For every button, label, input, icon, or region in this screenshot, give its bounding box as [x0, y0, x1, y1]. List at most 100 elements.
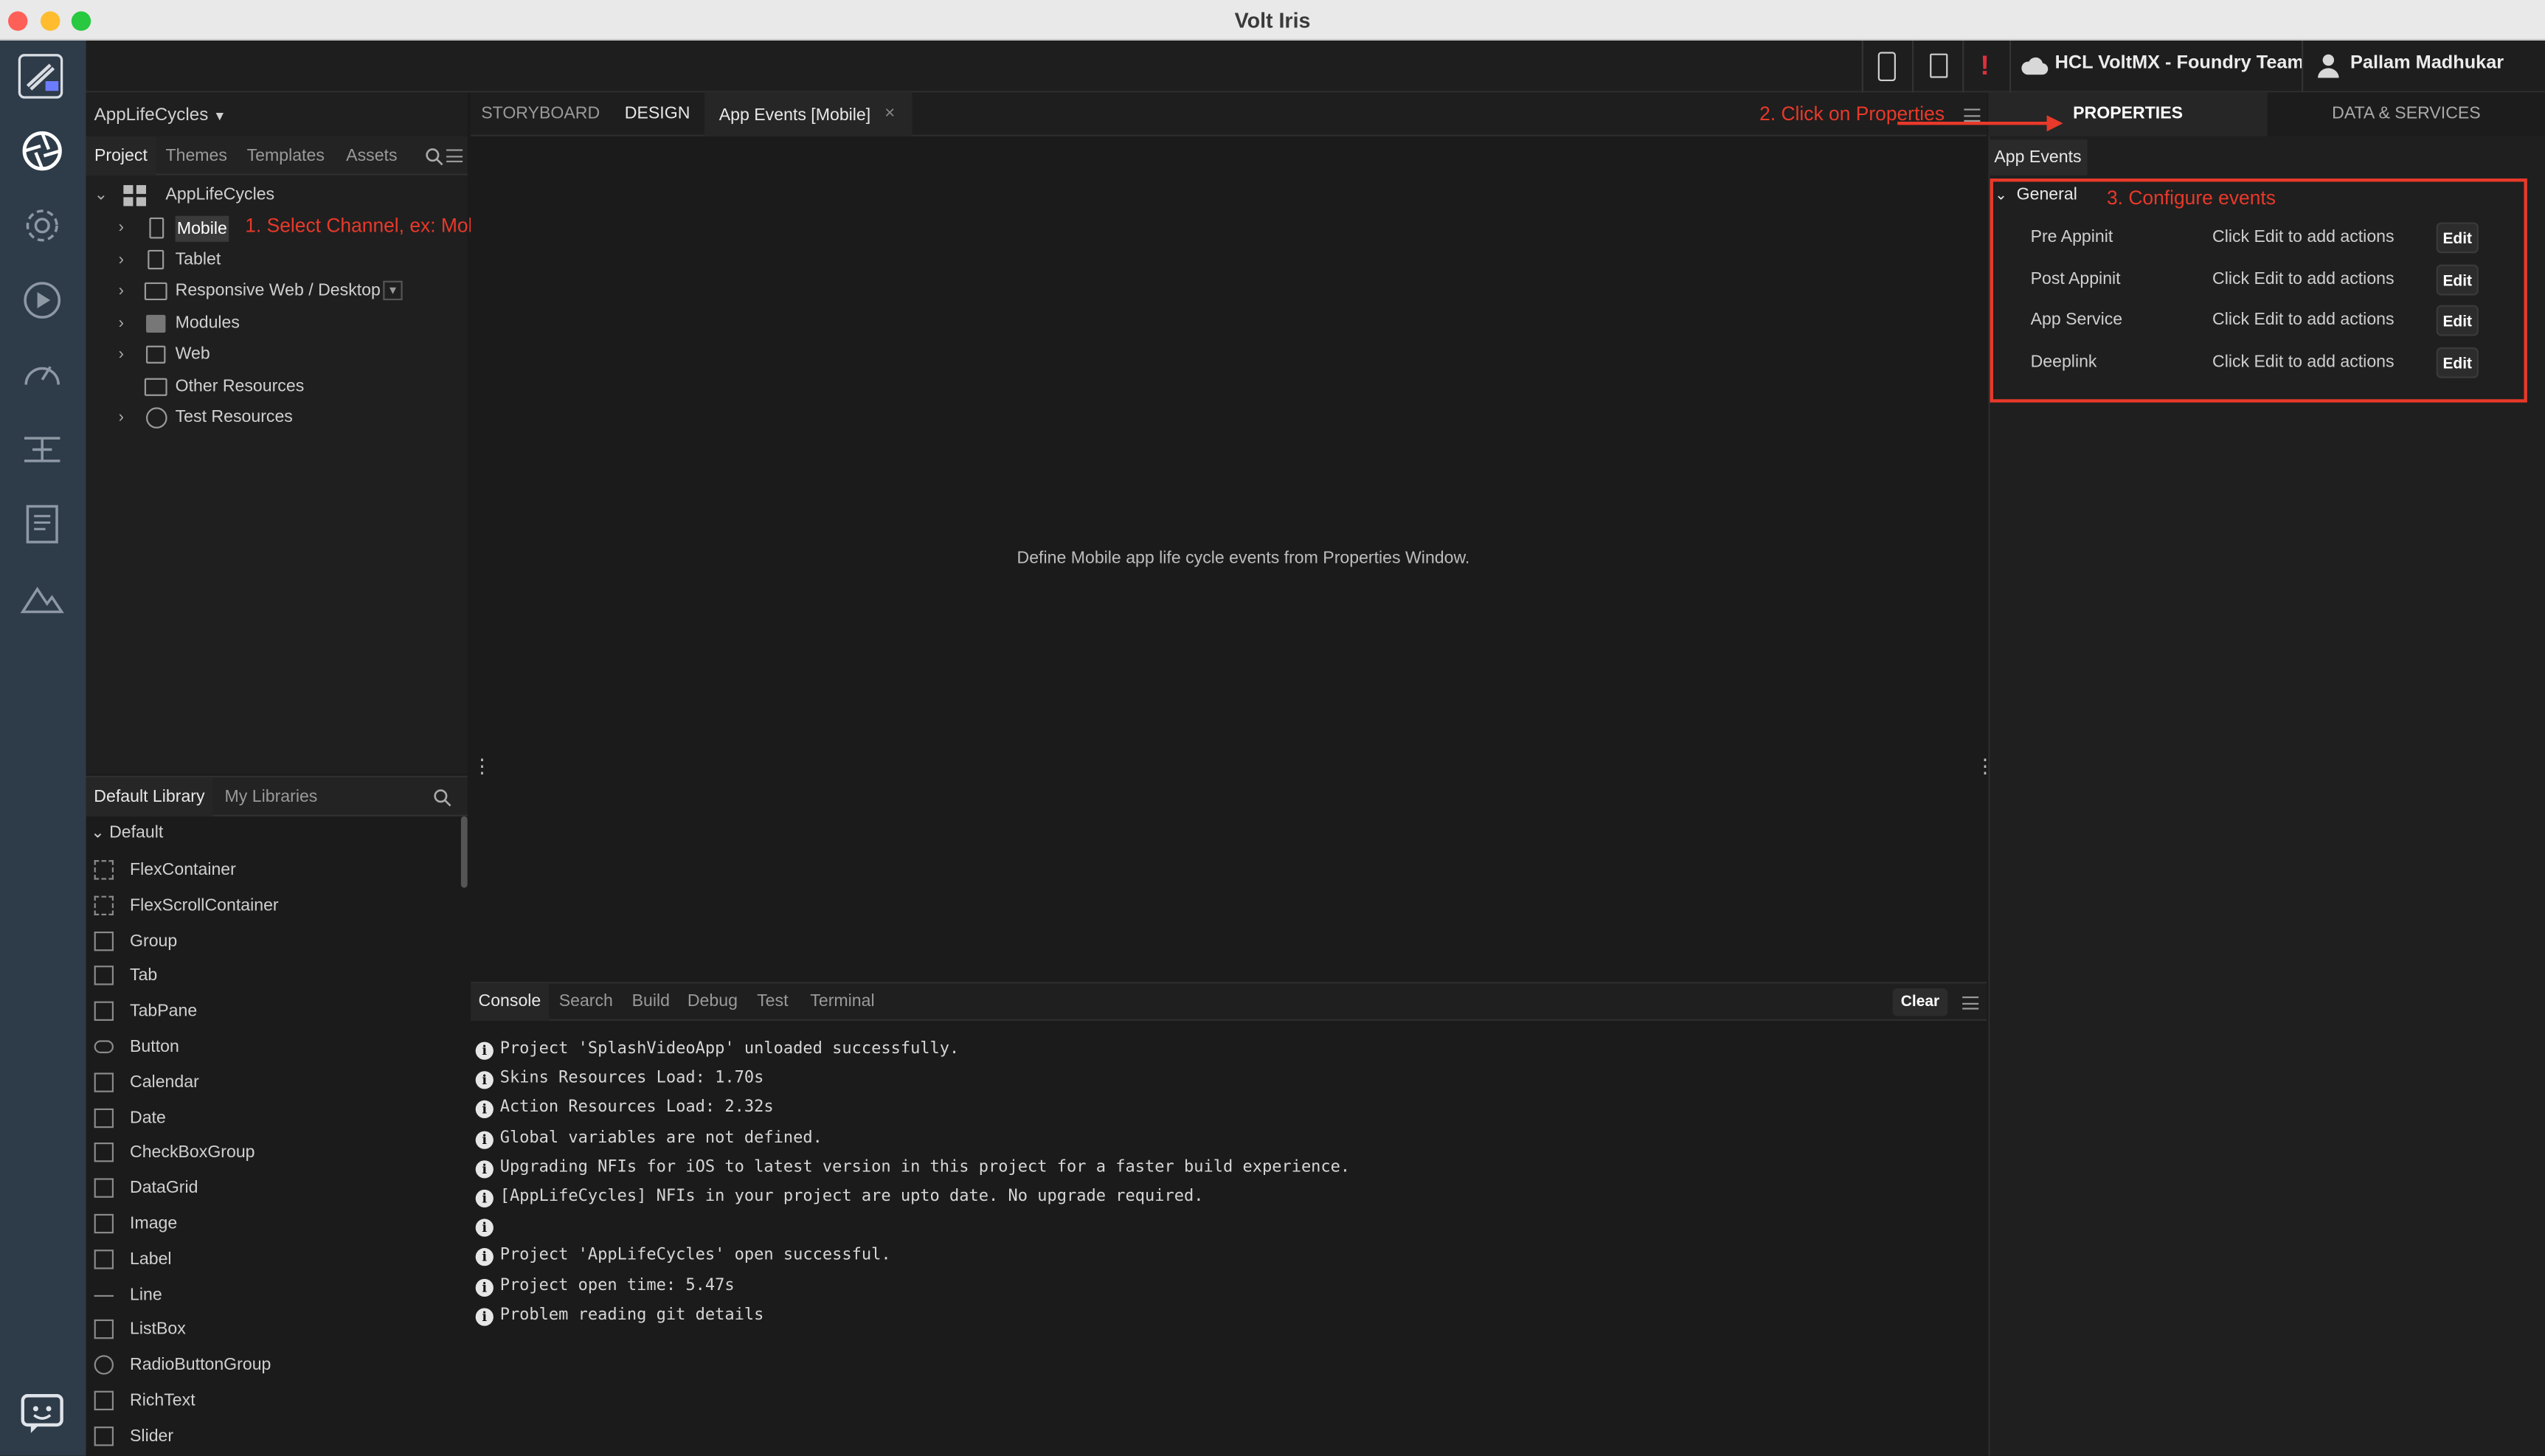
tree-item-web[interactable]: › Web [94, 339, 468, 370]
menu-icon[interactable] [446, 149, 463, 163]
edit-button-app-service[interactable]: Edit [2436, 305, 2479, 336]
close-tab-icon[interactable]: × [884, 104, 895, 123]
radio-button-group-icon [94, 1355, 114, 1376]
tab-assets[interactable]: Assets [338, 136, 406, 176]
tab-search[interactable]: Search [552, 983, 620, 1021]
tree-item-modules[interactable]: › Modules [94, 308, 468, 339]
user-name[interactable]: Pallam Madhukar [2350, 54, 2504, 73]
label-icon [94, 1249, 114, 1269]
edit-button-deeplink[interactable]: Edit [2436, 346, 2479, 378]
tab-terminal[interactable]: Terminal [802, 983, 883, 1021]
library-item-flex-scroll-container[interactable]: FlexScrollContainer [86, 887, 463, 923]
info-icon: i [475, 1307, 494, 1326]
tab-pane-icon [94, 1001, 114, 1022]
design-canvas[interactable]: Define Mobile app life cycle events from… [471, 138, 1995, 980]
team-name[interactable]: HCL VoltMX - Foundry Team [2055, 54, 2304, 73]
library-item-slider[interactable]: Slider [86, 1418, 463, 1454]
console-line-text: Upgrading NFIs for iOS to latest version… [499, 1158, 1351, 1176]
library-item-label: RadioButtonGroup [130, 1355, 271, 1376]
event-hint: Click Edit to add actions [2212, 227, 2395, 247]
library-item-data-grid[interactable]: DataGrid [86, 1171, 463, 1206]
project-selector[interactable]: AppLifeCycles ▼ [94, 105, 226, 125]
speedometer-icon[interactable] [19, 352, 65, 398]
gear-icon[interactable] [19, 203, 65, 249]
tab-themes[interactable]: Themes [159, 136, 234, 176]
tree-item-responsive-web[interactable]: › Responsive Web / Desktop ▼ [94, 276, 468, 307]
tree-item-label: Responsive Web / Desktop [175, 280, 381, 301]
tab-default-library[interactable]: Default Library [86, 777, 213, 817]
library-item-line[interactable]: Line [86, 1277, 463, 1312]
document-icon[interactable] [19, 502, 65, 547]
tab-app-events[interactable]: App Events [Mobile] × [704, 92, 913, 136]
tab-console[interactable]: Console [471, 983, 549, 1021]
library-item-group[interactable]: Group [86, 923, 463, 958]
chat-bot-icon[interactable] [19, 1391, 65, 1437]
editor-tabs: STORYBOARD DESIGN App Events [Mobile] × … [471, 92, 1987, 136]
library-item-rich-text[interactable]: RichText [86, 1383, 463, 1418]
tree-item-test-resources[interactable]: › Test Resources [94, 403, 468, 434]
library-item-tab-pane[interactable]: TabPane [86, 994, 463, 1029]
tab-templates[interactable]: Templates [237, 136, 334, 176]
split-layout-icon[interactable] [19, 427, 65, 473]
aperture-icon[interactable] [19, 128, 65, 174]
info-icon: i [475, 1041, 494, 1060]
checkbox-group-icon [94, 1143, 114, 1163]
left-resize-handle[interactable]: ⋮ [472, 756, 491, 775]
edit-button-pre-appinit[interactable]: Edit [2436, 222, 2479, 254]
library-search-icon[interactable] [433, 788, 451, 807]
event-row-pre-appinit: Pre Appinit Click Edit to add actions Edit [1993, 218, 2529, 258]
annotation-step3: 3. Configure events [2106, 187, 2276, 209]
library-item-tab[interactable]: Tab [86, 958, 463, 994]
tab-my-libraries[interactable]: My Libraries [216, 777, 327, 817]
console-tabs: Console Search Build Debug Test Terminal… [471, 982, 1987, 1021]
play-icon[interactable] [19, 277, 65, 323]
library-item-checkbox-group[interactable]: CheckBoxGroup [86, 1135, 463, 1171]
edit-button-post-appinit[interactable]: Edit [2436, 263, 2479, 295]
tab-build[interactable]: Build [623, 983, 679, 1021]
search-icon[interactable] [425, 148, 443, 166]
tab-storyboard[interactable]: STORYBOARD [471, 92, 610, 136]
tab-design[interactable]: DESIGN [612, 92, 703, 136]
library-item-date[interactable]: Date [86, 1100, 463, 1135]
app-logo-icon[interactable] [18, 54, 63, 100]
tab-project[interactable]: Project [86, 136, 156, 176]
tab-test[interactable]: Test [747, 983, 798, 1021]
library-item-calendar[interactable]: Calendar [86, 1064, 463, 1100]
tree-item-tablet[interactable]: › Tablet [94, 245, 468, 276]
library-item-listbox[interactable]: ListBox [86, 1312, 463, 1348]
tree-item-label: Modules [175, 313, 240, 333]
clear-button[interactable]: Clear [1892, 988, 1948, 1016]
library-item-radio-button-group[interactable]: RadioButtonGroup [86, 1348, 463, 1383]
info-icon: i [475, 1248, 494, 1267]
library-item-label: ListBox [130, 1320, 186, 1340]
group-icon [94, 931, 114, 951]
console-line-text: Skins Resources Load: 1.70s [499, 1070, 764, 1088]
library-item-label: CheckBoxGroup [130, 1143, 255, 1163]
library-item-button[interactable]: Button [86, 1029, 463, 1064]
mobile-preview-icon[interactable] [1877, 52, 1896, 82]
library-group-default[interactable]: ⌄ Default [91, 818, 163, 847]
tab-icon [94, 966, 114, 986]
chevron-down-icon[interactable]: ▼ [383, 280, 403, 301]
tree-root[interactable]: ⌄ AppLifeCycles [94, 180, 468, 211]
tab-debug[interactable]: Debug [682, 983, 744, 1021]
tree-item-other-resources[interactable]: Other Resources [94, 372, 468, 403]
library-item-label: FlexScrollContainer [130, 895, 279, 915]
tab-app-events-props[interactable]: App Events [1988, 139, 2088, 176]
date-icon [94, 1107, 114, 1128]
console-line-text: [AppLifeCycles] NFIs in your project are… [499, 1188, 1204, 1206]
mountains-icon[interactable] [19, 576, 65, 622]
library-item-label[interactable]: Label [86, 1241, 463, 1277]
console-menu-icon[interactable] [1962, 996, 1979, 1010]
button-icon [94, 1040, 114, 1053]
library-item-flex-container[interactable]: FlexContainer [86, 852, 463, 887]
library-item-image[interactable]: Image [86, 1206, 463, 1241]
calendar-icon [94, 1072, 114, 1092]
console-line-text: Project open time: 5.47s [499, 1276, 735, 1294]
left-sidebar [0, 41, 86, 1456]
section-general[interactable]: ⌄ General [1995, 185, 2077, 204]
tab-data-services[interactable]: DATA & SERVICES [2267, 92, 2545, 136]
alert-icon[interactable]: ! [1980, 50, 1990, 83]
clipboard-icon[interactable] [1930, 53, 1948, 78]
section-general-label: General [2016, 184, 2077, 205]
